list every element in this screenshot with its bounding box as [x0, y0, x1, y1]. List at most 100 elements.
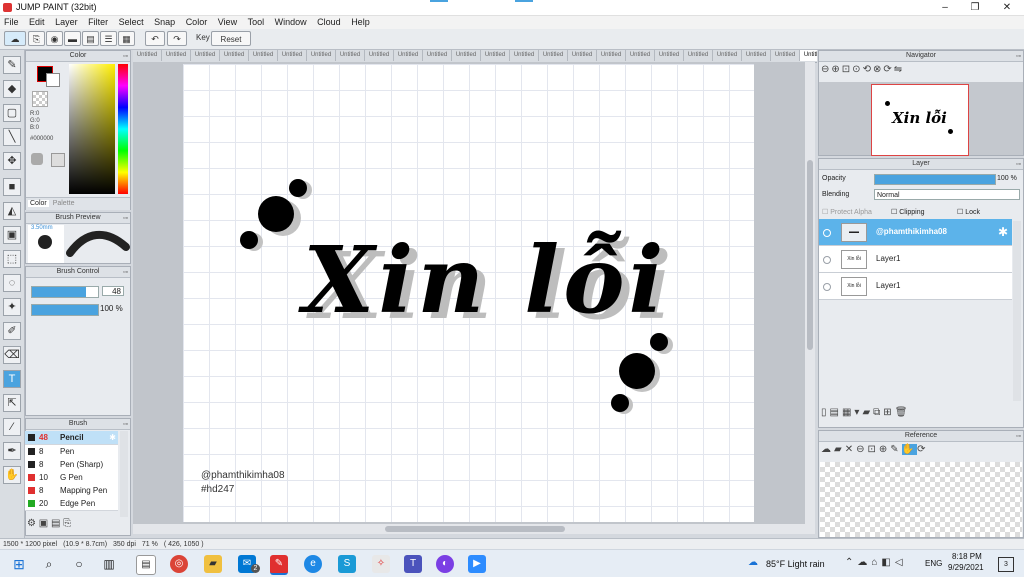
ref-cloud-icon[interactable]: ☁ [821, 444, 834, 455]
hue-slider[interactable] [118, 64, 128, 194]
document-tab[interactable]: Untitled [452, 50, 481, 61]
folder-icon[interactable]: ▰ [862, 407, 873, 418]
flip-icon[interactable]: ⇋ [894, 64, 904, 75]
brush-size-slider[interactable] [31, 286, 99, 298]
brush-size-input[interactable]: 48 [102, 286, 124, 296]
document-tab[interactable]: Untitled [307, 50, 336, 61]
ref-zoom-in-icon[interactable]: ⊕ [879, 444, 890, 455]
menu-view[interactable]: View [214, 16, 241, 29]
file-explorer-icon[interactable]: ▰ [204, 555, 222, 573]
document-tab[interactable]: Untitled [597, 50, 626, 61]
rotate-right-icon[interactable]: ⟳ [883, 64, 893, 75]
ref-eyedropper-icon[interactable]: ✎ [890, 444, 901, 455]
zoom-out-icon[interactable]: ⊖ [821, 64, 831, 75]
zoom-app-icon[interactable]: ▶ [468, 555, 486, 573]
layer-row[interactable]: Xin lỗi Layer1 [819, 273, 1012, 300]
brush-opacity-slider[interactable] [31, 304, 99, 316]
menu-filter[interactable]: Filter [84, 16, 112, 29]
transparent-swatch[interactable] [32, 91, 48, 107]
chrome-icon[interactable]: ◎ [170, 555, 188, 573]
brush-tool-icon[interactable]: ✎ [3, 56, 21, 74]
clock-time[interactable]: 8:18 PM [952, 552, 982, 561]
panel-buttons-icon[interactable]: ▫▫ [1016, 432, 1021, 442]
document-tab[interactable]: Untitled [481, 50, 510, 61]
menu-tool[interactable]: Tool [244, 16, 269, 29]
menu-color[interactable]: Color [182, 16, 212, 29]
panel-buttons-icon[interactable]: ▫▫ [123, 268, 128, 278]
document-tab[interactable]: Untitled [539, 50, 568, 61]
bucket-fill-icon[interactable]: ◭ [3, 202, 21, 220]
menu-help[interactable]: Help [347, 16, 374, 29]
gradient-icon[interactable]: ▣ [3, 226, 21, 244]
panel-buttons-icon[interactable]: ▫▫ [123, 420, 128, 430]
ref-close-icon[interactable]: ✕ [845, 444, 856, 455]
ref-hand-icon[interactable]: ✋ [901, 444, 918, 455]
panel-buttons-icon[interactable]: ▫▫ [1016, 160, 1021, 170]
grid-icon[interactable]: ▦ [118, 31, 135, 46]
fill-rect-icon[interactable]: ■ [3, 178, 21, 196]
hand-tool-icon[interactable]: ✋ [3, 466, 21, 484]
tray-icons[interactable]: ⌃☁⌂◧◁ [845, 557, 907, 568]
saturation-value-picker[interactable] [69, 64, 115, 194]
brush-item-pencil[interactable]: 48 Pencil ✱ [25, 431, 118, 445]
tab-palette[interactable]: Palette [51, 200, 77, 207]
document-tab[interactable]: Untitled [771, 50, 800, 61]
teams-icon[interactable]: T [404, 555, 422, 573]
zoom-icon[interactable]: ⊙ [852, 64, 862, 75]
maximize-button[interactable]: ❐ [960, 0, 990, 15]
select-pen-icon[interactable]: ✐ [3, 322, 21, 340]
lasso-icon[interactable]: ◌ [3, 274, 21, 292]
document-tab[interactable]: Untitled [249, 50, 278, 61]
redo-icon[interactable]: ↷ [167, 31, 187, 46]
brush-add-icon[interactable]: ▤ [51, 518, 60, 529]
reference-area[interactable] [820, 462, 1022, 537]
document-tab[interactable]: Untitled [684, 50, 713, 61]
document-tab[interactable]: Untitled [220, 50, 249, 61]
brush-item-g-pen[interactable]: 10 G Pen [25, 471, 118, 485]
move-tool-icon[interactable]: ✥ [3, 152, 21, 170]
document-tab[interactable]: Untitled [800, 50, 817, 61]
text-tool-icon[interactable]: T [3, 370, 21, 388]
undo-icon[interactable]: ↶ [145, 31, 165, 46]
tab-color[interactable]: Color [28, 200, 49, 207]
brush-settings-icon[interactable]: ⚙ [27, 518, 36, 529]
color-wheel-icon[interactable] [31, 153, 43, 165]
select-eraser-icon[interactable]: ⌫ [3, 346, 21, 364]
menu-snap[interactable]: Snap [150, 16, 179, 29]
layer-name[interactable]: Layer1 [876, 254, 900, 263]
messenger-icon[interactable]: ◐ [436, 555, 454, 573]
visibility-icon[interactable] [823, 256, 831, 264]
menu-select[interactable]: Select [115, 16, 148, 29]
vertical-scroll-thumb[interactable] [807, 160, 813, 350]
menu-window[interactable]: Window [271, 16, 311, 29]
select-rect-icon[interactable]: ⬚ [3, 250, 21, 268]
brush-list-scrollbar[interactable] [120, 431, 128, 517]
rotate-reset-icon[interactable]: ⊗ [873, 64, 883, 75]
document-tab[interactable]: Untitled [278, 50, 307, 61]
delete-layer-icon[interactable]: 🗑 [895, 407, 911, 418]
brush-copy-icon[interactable]: ⎘ [63, 518, 71, 529]
new-layer-icon[interactable]: ▯ [821, 407, 830, 418]
minimize-button[interactable]: – [930, 0, 960, 15]
document-tab[interactable]: Untitled [394, 50, 423, 61]
close-button[interactable]: ✕ [992, 0, 1022, 15]
cloud-icon[interactable]: ☁ [4, 31, 26, 46]
language-indicator[interactable]: ENG [925, 559, 942, 568]
paint-app-icon[interactable]: ✧ [372, 555, 390, 573]
skype-icon[interactable]: S [338, 555, 356, 573]
layer-settings-icon[interactable]: ✱ [998, 225, 1008, 239]
background-color-swatch[interactable] [46, 73, 60, 87]
notification-icon[interactable]: 3 [998, 557, 1014, 572]
eyedropper-icon[interactable]: ⁄ [3, 418, 21, 436]
layer-row[interactable]: Xin lỗi Layer1 [819, 246, 1012, 273]
menu-file[interactable]: File [0, 16, 23, 29]
jump-paint-icon[interactable]: ✎ [270, 555, 288, 575]
edge-icon[interactable]: e [304, 555, 322, 573]
store-icon[interactable]: ▤ [136, 555, 156, 575]
magic-wand-icon[interactable]: ✦ [3, 298, 21, 316]
panel-buttons-icon[interactable]: ▫▫ [123, 214, 128, 224]
widgets-icon[interactable]: ▥ [100, 555, 118, 573]
canvas-paper[interactable]: Xin lỗi Xin lỗi @phamthikimha08 #hd247 [183, 64, 754, 522]
open-file-icon[interactable]: ◉ [46, 31, 63, 46]
brush-item-mapping-pen[interactable]: 8 Mapping Pen [25, 484, 118, 498]
